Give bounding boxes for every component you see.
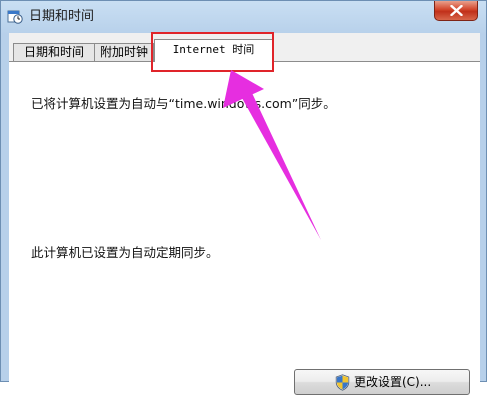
window-title: 日期和时间 bbox=[29, 9, 95, 24]
sync-status-text: 已将计算机设置为自动与“time.windows.com”同步。 bbox=[31, 96, 336, 111]
change-settings-button[interactable]: 更改设置(C)... bbox=[294, 369, 470, 395]
uac-shield-icon bbox=[335, 374, 350, 391]
close-button[interactable] bbox=[434, 1, 478, 21]
tab-strip: 日期和时间 附加时钟 Internet 时间 bbox=[9, 33, 480, 62]
title-bar[interactable]: 日期和时间 bbox=[1, 1, 486, 33]
clock-app-icon bbox=[7, 10, 23, 24]
date-time-dialog: 日期和时间 日期和时间 附加时钟 Internet 时间 已将计算机设置为自动与… bbox=[0, 0, 487, 395]
dialog-client-area: 日期和时间 附加时钟 Internet 时间 已将计算机设置为自动与“time.… bbox=[9, 33, 480, 395]
close-icon bbox=[450, 5, 463, 16]
change-settings-label: 更改设置(C)... bbox=[354, 375, 432, 389]
internet-time-panel: 已将计算机设置为自动与“time.windows.com”同步。 此计算机已设置… bbox=[9, 61, 480, 395]
tab-date-time[interactable]: 日期和时间 bbox=[13, 43, 95, 61]
auto-sync-note: 此计算机已设置为自动定期同步。 bbox=[31, 245, 219, 260]
tab-additional-clocks[interactable]: 附加时钟 bbox=[94, 43, 154, 61]
tab-internet-time[interactable]: Internet 时间 bbox=[154, 39, 273, 62]
